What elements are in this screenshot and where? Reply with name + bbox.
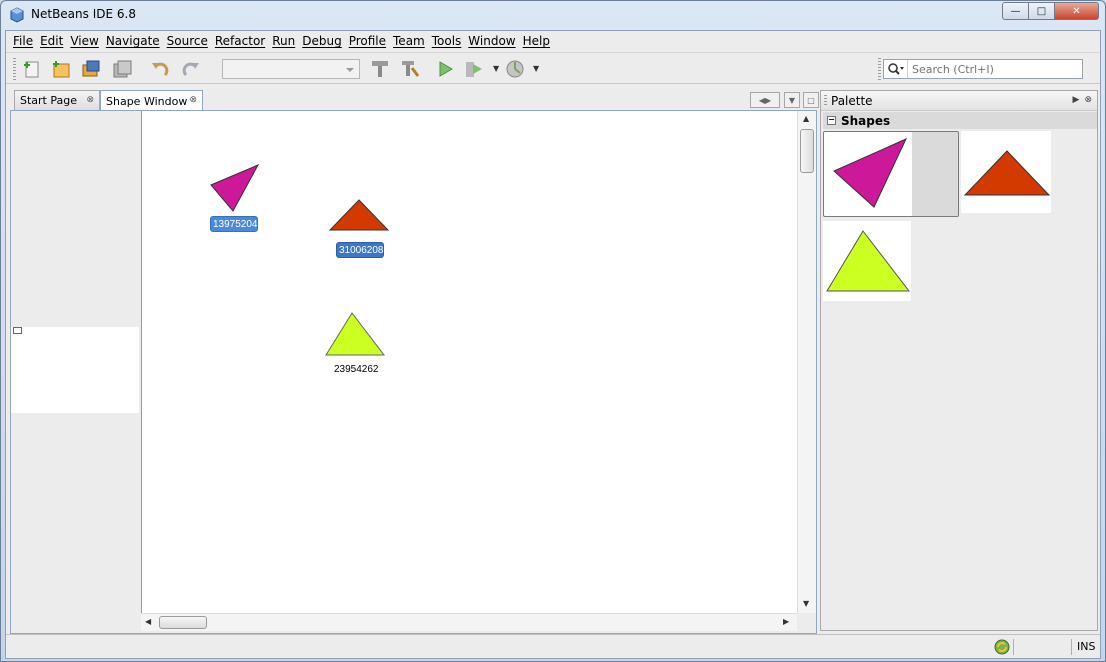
new-file-icon[interactable]: [20, 57, 44, 81]
magenta-triangle-icon: [833, 137, 908, 208]
tab-scroll-arrows[interactable]: ◀▶: [750, 92, 780, 108]
menu-debug[interactable]: Debug: [302, 34, 341, 48]
vertical-scrollbar[interactable]: ▲ ▼: [797, 111, 816, 613]
title-bar: NetBeans IDE 6.8 — □ ✕: [1, 1, 1105, 29]
menu-run[interactable]: Run: [272, 34, 295, 48]
shape-window-body: 13975204 31006208 23954262 ▲ ▼ ◀ ▶: [10, 110, 817, 634]
status-separator: [1071, 639, 1072, 655]
collapse-category-icon[interactable]: −: [827, 116, 836, 125]
debug-icon[interactable]: [462, 57, 486, 81]
window-controls: — □ ✕: [1002, 2, 1099, 20]
netbeans-logo-icon: [10, 7, 24, 23]
palette-item-lime-triangle[interactable]: [823, 221, 911, 301]
ide-window: NetBeans IDE 6.8 — □ ✕ File Edit View Na…: [0, 0, 1106, 662]
editor-area: Start Page ⊗ Shape Window ⊗ ◀▶ ▼ □ 13975…: [10, 86, 819, 634]
scene-canvas[interactable]: 13975204 31006208 23954262: [141, 111, 797, 613]
left-panel: [11, 111, 141, 633]
horizontal-scroll-thumb[interactable]: [159, 616, 207, 629]
toolbar-separator: [878, 58, 881, 80]
tab-shape-window[interactable]: Shape Window ⊗: [100, 90, 203, 111]
main-toolbar: ▼ ▼: [6, 52, 1100, 84]
tab-start-page[interactable]: Start Page ⊗: [14, 90, 100, 110]
shape-label[interactable]: 31006208: [336, 242, 384, 258]
editor-tabs: Start Page ⊗ Shape Window ⊗ ◀▶ ▼ □: [10, 90, 819, 111]
document-list-icon[interactable]: ▼: [784, 92, 800, 108]
palette-item-red-triangle[interactable]: [961, 131, 1051, 213]
palette-title: Palette: [831, 93, 873, 108]
toolbar-grip[interactable]: [13, 58, 16, 80]
palette-panel: Palette ▶ ⊗ − Shapes: [820, 90, 1098, 631]
scroll-right-icon[interactable]: ▶: [783, 617, 789, 626]
palette-item-magenta-triangle[interactable]: [823, 131, 959, 217]
window-title: NetBeans IDE 6.8: [31, 7, 136, 21]
open-project-icon[interactable]: [79, 57, 103, 81]
shape-label[interactable]: 23954262: [332, 362, 380, 378]
close-tab-icon[interactable]: ⊗: [86, 95, 94, 105]
viewport-marker[interactable]: [13, 327, 22, 334]
horizontal-scrollbar[interactable]: ◀ ▶: [141, 613, 797, 631]
maximize-window-icon[interactable]: □: [803, 92, 819, 108]
shape-lime-triangle[interactable]: [324, 311, 386, 357]
menu-file[interactable]: File: [13, 34, 33, 48]
palette-grip[interactable]: [824, 95, 827, 107]
status-separator: [1013, 639, 1014, 655]
menu-view[interactable]: View: [70, 34, 98, 48]
menu-profile[interactable]: Profile: [349, 34, 386, 48]
lime-triangle-icon: [826, 230, 911, 292]
menu-navigate[interactable]: Navigate: [106, 34, 160, 48]
category-label: Shapes: [841, 113, 891, 128]
tab-label: Start Page: [20, 94, 77, 107]
debug-dropdown-arrow-icon[interactable]: ▼: [493, 64, 499, 73]
configuration-combo[interactable]: [222, 59, 360, 79]
profile-icon[interactable]: [503, 57, 527, 81]
palette-category-shapes[interactable]: − Shapes: [823, 112, 1097, 129]
status-bar: INS: [6, 634, 1100, 658]
menu-help[interactable]: Help: [523, 34, 550, 48]
minimize-palette-icon[interactable]: ▶: [1073, 95, 1080, 105]
close-tab-icon[interactable]: ⊗: [189, 95, 197, 105]
build-icon[interactable]: [368, 57, 392, 81]
undo-icon[interactable]: [148, 57, 172, 81]
quick-search[interactable]: [883, 59, 1083, 79]
run-icon[interactable]: [433, 57, 457, 81]
profile-dropdown-arrow-icon[interactable]: ▼: [533, 64, 539, 73]
scroll-left-icon[interactable]: ◀: [145, 617, 151, 626]
menu-source[interactable]: Source: [167, 34, 208, 48]
maximize-button[interactable]: □: [1029, 2, 1055, 20]
redo-icon[interactable]: [179, 57, 203, 81]
close-button[interactable]: ✕: [1055, 2, 1099, 20]
vertical-scroll-thumb[interactable]: [800, 129, 814, 173]
update-notification-icon[interactable]: [994, 639, 1010, 655]
minimize-button[interactable]: —: [1002, 2, 1029, 20]
close-palette-icon[interactable]: ⊗: [1084, 95, 1092, 105]
scroll-up-icon[interactable]: ▲: [803, 114, 809, 123]
insert-mode-indicator: INS: [1077, 640, 1096, 653]
menu-window[interactable]: Window: [468, 34, 515, 48]
menu-team[interactable]: Team: [393, 34, 425, 48]
save-all-icon[interactable]: [110, 57, 134, 81]
shape-red-triangle[interactable]: [328, 198, 390, 232]
tab-label: Shape Window: [106, 94, 188, 108]
palette-header: Palette ▶ ⊗: [821, 91, 1097, 111]
menu-bar: File Edit View Navigate Source Refactor …: [6, 31, 1100, 51]
palette-window-buttons: ▶ ⊗: [1073, 95, 1092, 105]
menu-refactor[interactable]: Refactor: [215, 34, 265, 48]
new-project-icon[interactable]: [49, 57, 73, 81]
shape-magenta-triangle[interactable]: [209, 163, 261, 213]
search-icon[interactable]: [884, 60, 908, 78]
clean-build-icon[interactable]: [398, 57, 422, 81]
search-input[interactable]: [912, 61, 1080, 77]
menu-edit[interactable]: Edit: [40, 34, 63, 48]
scroll-down-icon[interactable]: ▼: [803, 599, 809, 608]
ide-content: File Edit View Navigate Source Refactor …: [5, 30, 1101, 659]
red-triangle-icon: [963, 150, 1051, 196]
shape-label[interactable]: 13975204: [210, 216, 258, 232]
menu-tools[interactable]: Tools: [432, 34, 462, 48]
satellite-view: [11, 327, 139, 413]
